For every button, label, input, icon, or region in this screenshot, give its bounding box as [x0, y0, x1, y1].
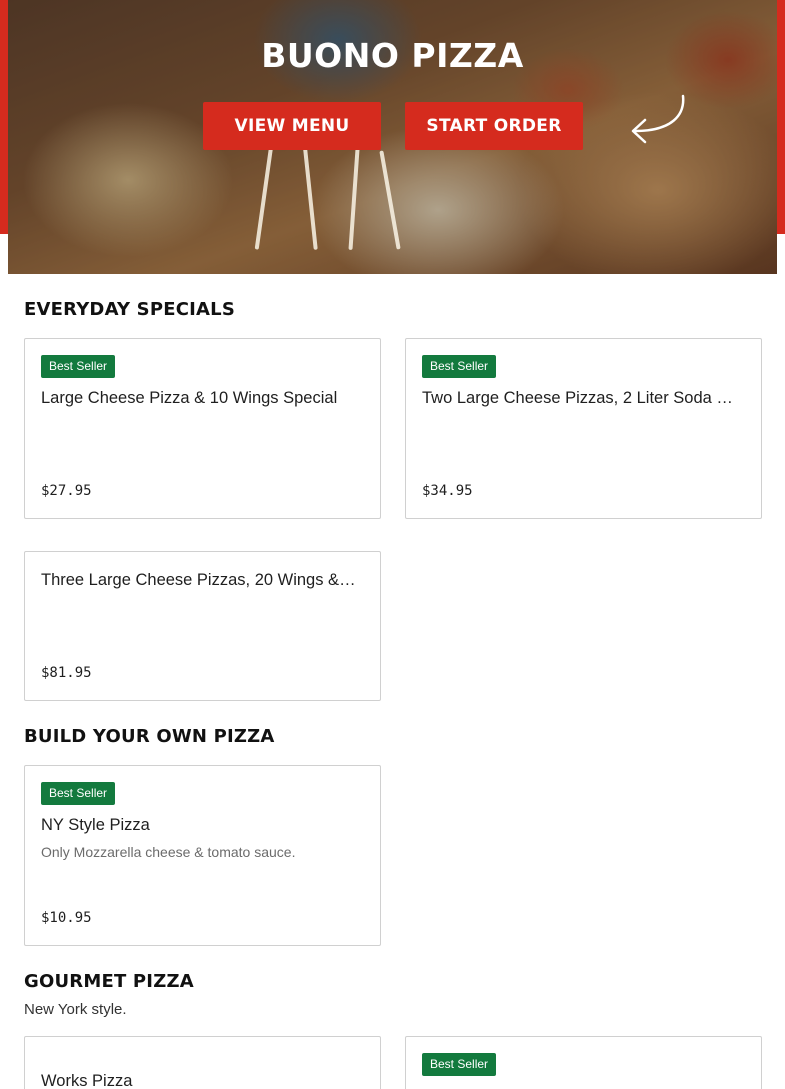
menu-item-card[interactable]: Best Seller Large Cheese Pizza & 10 Wing… [24, 338, 381, 519]
item-name: NY Style Pizza [41, 816, 150, 834]
curved-arrow-icon [631, 94, 685, 144]
section-title-gourmet-pizza: GOURMET PIZZA [24, 971, 194, 992]
menu-item-card[interactable]: Best Seller Two Large Cheese Pizzas, 2 L… [405, 338, 762, 519]
item-name: Two Large Cheese Pizzas, 2 Liter Soda &… [422, 389, 737, 407]
menu-item-card[interactable]: Three Large Cheese Pizzas, 20 Wings & 2…… [24, 551, 381, 701]
item-price: $10.95 [41, 910, 92, 926]
menu-item-card[interactable]: Works Pizza [24, 1036, 381, 1089]
best-seller-badge: Best Seller [422, 355, 497, 378]
best-seller-badge: Best Seller [422, 1053, 497, 1076]
menu-item-card[interactable]: Best Seller [405, 1036, 762, 1089]
view-menu-button[interactable]: VIEW MENU [203, 102, 381, 150]
best-seller-badge: Best Seller [41, 355, 116, 378]
item-price: $27.95 [41, 483, 92, 499]
menu-item-card[interactable]: Best Seller NY Style Pizza Only Mozzarel… [24, 765, 381, 946]
item-price: $34.95 [422, 483, 473, 499]
item-description: Only Mozzarella cheese & tomato sauce. [41, 844, 296, 860]
start-order-button[interactable]: START ORDER [405, 102, 583, 150]
restaurant-title: BUONO PIZZA [261, 36, 524, 75]
item-price: $81.95 [41, 665, 92, 681]
section-subtitle: New York style. [24, 1001, 127, 1018]
item-name: Works Pizza [41, 1072, 133, 1089]
item-name: Three Large Cheese Pizzas, 20 Wings & 2… [41, 571, 356, 589]
section-title-everyday-specials: EVERYDAY SPECIALS [24, 299, 236, 320]
section-title-build-your-own: BUILD YOUR OWN PIZZA [24, 726, 275, 747]
best-seller-badge: Best Seller [41, 782, 116, 805]
item-name: Large Cheese Pizza & 10 Wings Special [41, 389, 338, 407]
